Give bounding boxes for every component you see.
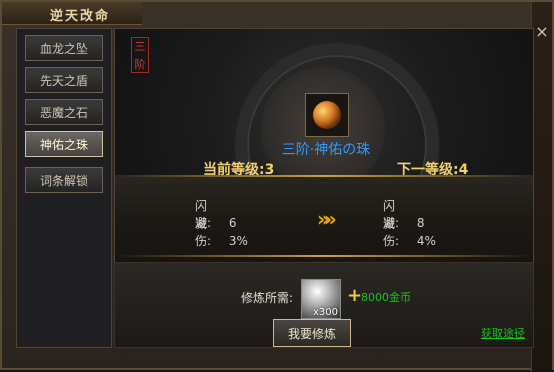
cultivation-panel: 三阶 三阶·神佑の珠 当前等级:3 下一等级:4 闪 避: 6 减 伤: 3% … (114, 28, 534, 264)
item-name: 三阶·神佑の珠 (281, 142, 371, 158)
plus-icon: + (347, 285, 363, 306)
tab-innate-shield[interactable]: 先天之盾 (25, 67, 103, 93)
tab-blood-dragon-pendant[interactable]: 血龙之坠 (25, 35, 103, 61)
divine-pearl-icon (313, 101, 341, 129)
stage-badge: 三阶 (131, 37, 149, 73)
tab-divine-pearl[interactable]: 神佑之珠 (25, 131, 103, 157)
cost-item-qty: x300 (312, 307, 338, 318)
item-slot[interactable] (305, 93, 349, 137)
tab-attribute-unlock[interactable]: 词条解锁 (25, 167, 103, 193)
stat-value: 4% (416, 234, 436, 248)
cultivate-button[interactable]: 我要修炼 (273, 319, 351, 347)
obtain-link[interactable]: 获取途径 (481, 325, 525, 341)
stat-value: 3% (228, 234, 248, 248)
cost-item-slot[interactable]: x300 (301, 279, 341, 319)
stat-name: 减 伤: (383, 217, 400, 248)
gold-cost: 8000金币 (361, 291, 411, 304)
right-edge-strip: × (531, 2, 552, 372)
tab-demon-stone[interactable]: 恶魔之石 (25, 99, 103, 125)
close-icon[interactable]: × (534, 24, 550, 40)
stats-bar-bottom-line (115, 255, 533, 257)
cost-label: 修炼所需: (241, 291, 294, 305)
next-dmg-reduction-stat: 减 伤: 4% (383, 215, 453, 249)
window-title: 逆天改命 (50, 9, 111, 24)
stat-name: 减 伤: (195, 217, 212, 248)
stats-bar-top-line (115, 175, 533, 177)
cost-section: 修炼所需: x300 + 8000金币 我要修炼 获取途径 (114, 262, 534, 348)
cultivation-window: 逆天改命 × 血龙之坠 先天之盾 恶魔之石 神佑之珠 词条解锁 三阶 三阶·神佑… (0, 0, 554, 372)
upgrade-arrows-icon: »» (317, 207, 337, 231)
window-title-plate: 逆天改命 (2, 2, 142, 25)
tab-list: 血龙之坠 先天之盾 恶魔之石 神佑之珠 词条解锁 (16, 28, 112, 348)
current-dmg-reduction-stat: 减 伤: 3% (195, 215, 265, 249)
